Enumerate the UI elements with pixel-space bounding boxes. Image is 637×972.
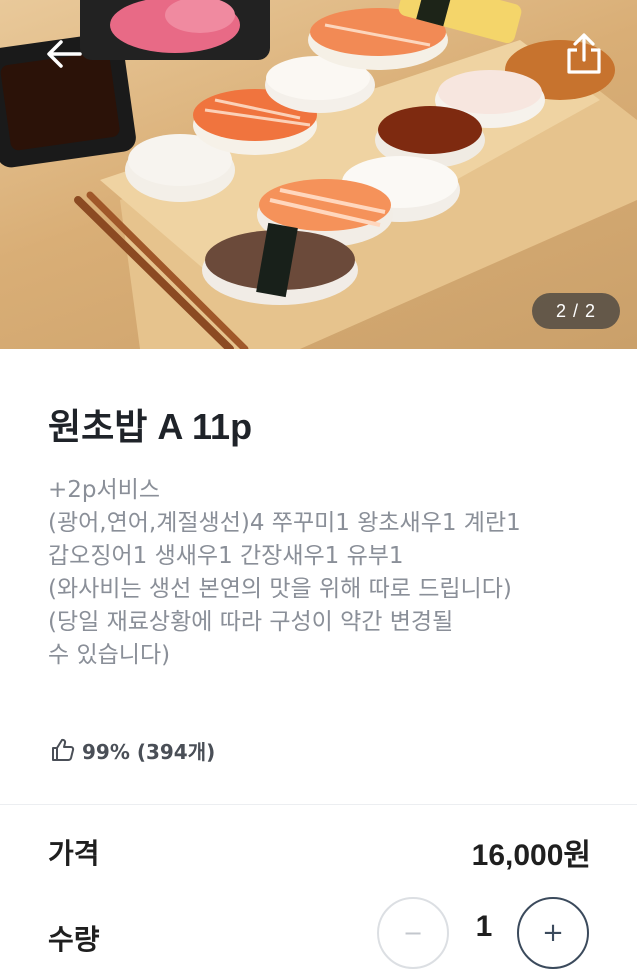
share-button[interactable] (556, 26, 612, 82)
description-line: (와사비는 생선 본연의 맛을 위해 따로 드립니다) (48, 576, 512, 602)
description-line: 수 있습니다) (48, 642, 171, 668)
product-description: +2p서비스 (광어,연어,계절생선)4 쭈꾸미1 왕초새우1 계란1 갑오징어… (48, 474, 608, 672)
minus-icon: − (402, 919, 424, 947)
image-counter: 2 / 2 (532, 293, 620, 329)
thumbs-up-icon (52, 738, 75, 761)
back-arrow-icon (47, 40, 82, 68)
plus-icon: + (542, 918, 564, 948)
rating-text: 99% (394개) (82, 739, 216, 764)
share-icon (567, 33, 601, 74)
product-image[interactable]: 2 / 2 (0, 0, 637, 349)
decrease-quantity-button[interactable]: − (377, 897, 449, 969)
back-button[interactable] (40, 32, 88, 76)
price-value: 16,000원 (471, 839, 591, 872)
product-title: 원초밥 A 11p (48, 406, 253, 447)
description-line: (당일 재료상황에 따라 구성이 약간 변경될 (48, 609, 454, 635)
section-divider (0, 804, 637, 805)
description-line: 갑오징어1 생새우1 간장새우1 유부1 (48, 543, 404, 569)
quantity-label: 수량 (48, 923, 100, 956)
description-line: +2p서비스 (48, 477, 160, 503)
quantity-value: 1 (475, 910, 493, 943)
rating: 99% (394개) (50, 734, 215, 766)
price-label: 가격 (48, 837, 100, 870)
description-line: (광어,연어,계절생선)4 쭈꾸미1 왕초새우1 계란1 (48, 510, 521, 536)
increase-quantity-button[interactable]: + (517, 897, 589, 969)
